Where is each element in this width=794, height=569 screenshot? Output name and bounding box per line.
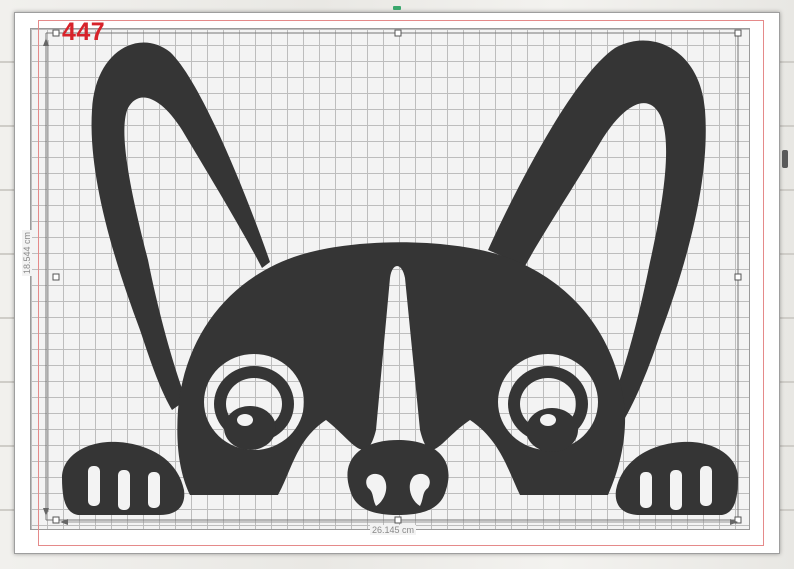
- design-number-label: 447: [62, 18, 105, 47]
- left-pupil: [224, 406, 276, 450]
- height-dimension-label: 18.544 cm: [22, 230, 32, 276]
- width-dimension-label: 26.145 cm: [370, 525, 416, 535]
- design-canvas[interactable]: [0, 0, 794, 569]
- dog-nose: [347, 440, 448, 515]
- dog-stencil[interactable]: [62, 41, 738, 515]
- right-eye-highlight: [540, 414, 556, 426]
- right-pupil: [526, 408, 578, 452]
- left-eye-highlight: [237, 414, 253, 426]
